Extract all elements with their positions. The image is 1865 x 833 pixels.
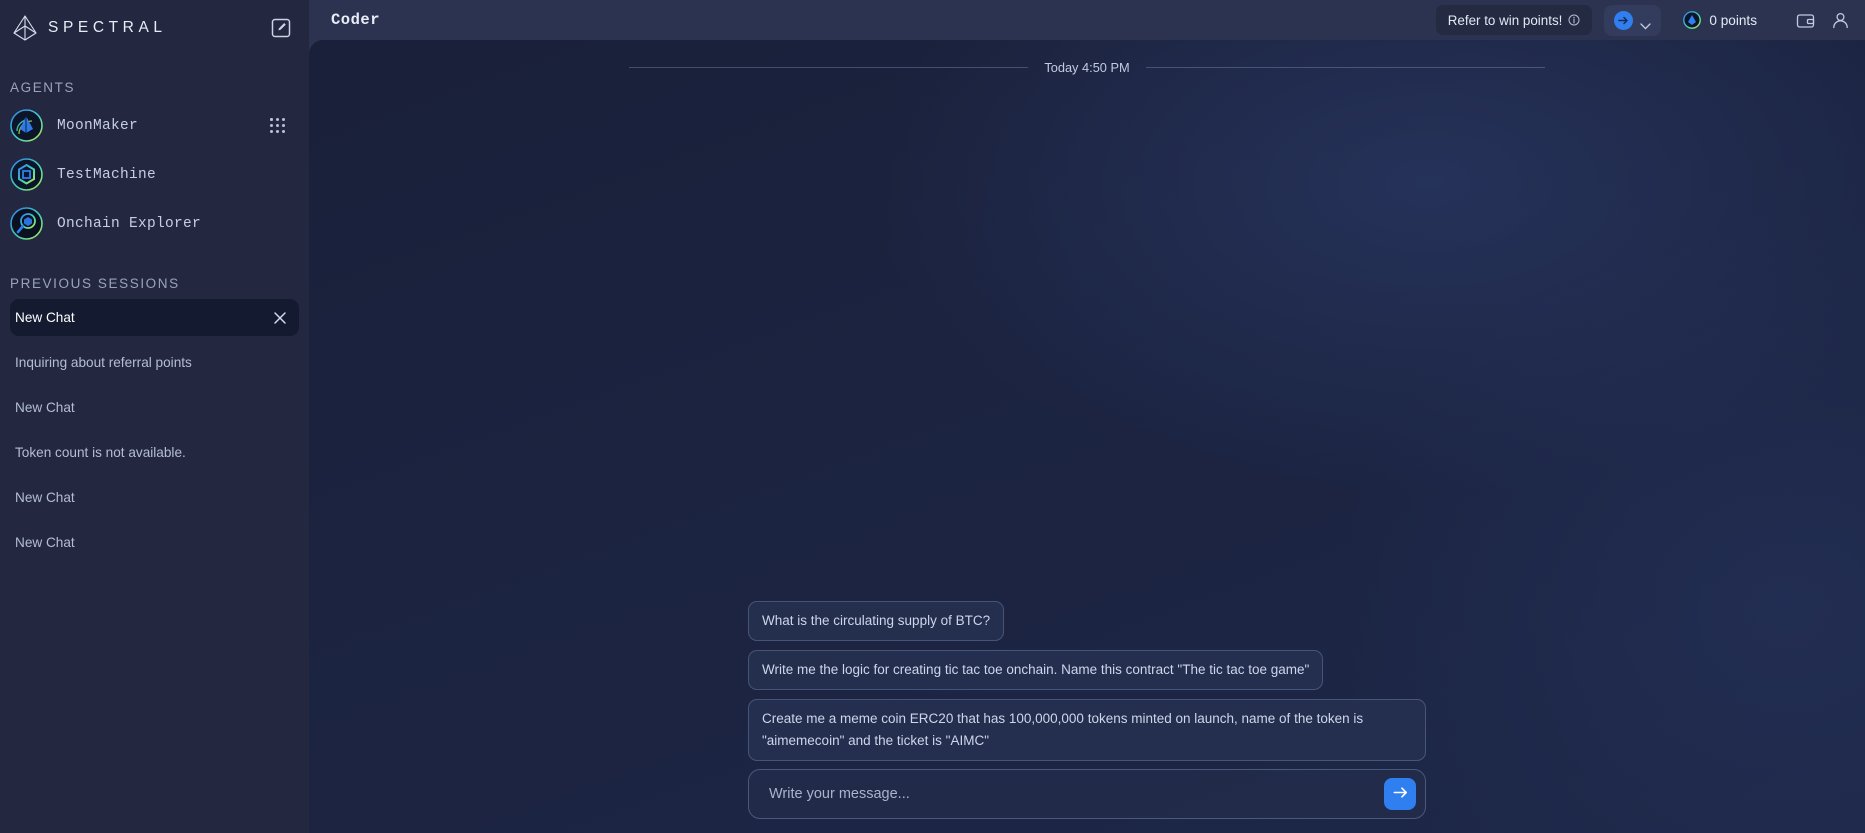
session-item-active[interactable]: New Chat	[10, 299, 299, 336]
sidebar-agent-onchain-explorer[interactable]: Onchain Explorer	[10, 199, 299, 248]
app-root: SPECTRAL AGENTS MoonMaker TestMachine On…	[0, 0, 1865, 833]
divider-line-left	[629, 67, 1029, 68]
session-item[interactable]: New Chat	[10, 389, 299, 426]
session-item[interactable]: Token count is not available.	[10, 434, 299, 471]
page-title: Coder	[331, 11, 381, 29]
chat-panel: Today 4:50 PM What is the circulating su…	[309, 40, 1865, 833]
message-row: Write me the logic for creating tic tac …	[748, 650, 1426, 690]
compose-edit-icon[interactable]	[271, 18, 291, 38]
points-display[interactable]: 0 points	[1683, 11, 1757, 29]
points-label: 0 points	[1709, 12, 1757, 28]
brand-name: SPECTRAL	[48, 19, 167, 36]
session-title: New Chat	[15, 310, 75, 325]
messages-list: What is the circulating supply of BTC? W…	[309, 75, 1865, 769]
sessions-section-label: PREVIOUS SESSIONS	[10, 276, 180, 291]
wallet-icon[interactable]	[1795, 10, 1816, 31]
agent-name: TestMachine	[57, 166, 157, 183]
user-profile-icon[interactable]	[1830, 10, 1851, 31]
chat-message-bubble: Write me the logic for creating tic tac …	[748, 650, 1324, 690]
agents-section-label: AGENTS	[10, 80, 76, 95]
info-circle-icon[interactable]	[1568, 14, 1580, 26]
session-title: Token count is not available.	[15, 445, 186, 460]
chat-message-bubble: What is the circulating supply of BTC?	[748, 601, 1005, 641]
session-title: New Chat	[15, 400, 75, 415]
agent-name: Onchain Explorer	[57, 215, 202, 232]
main-area: Coder Refer to win points! 0 points Toda…	[309, 0, 1865, 833]
divider-line-right	[1145, 67, 1545, 68]
agents-list: MoonMaker TestMachine Onchain Explorer	[0, 101, 309, 248]
previous-sessions-list: New Chat Inquiring about referral points…	[0, 299, 309, 561]
session-item[interactable]: New Chat	[10, 524, 299, 561]
brand-row: SPECTRAL	[0, 4, 309, 52]
session-item[interactable]: Inquiring about referral points	[10, 344, 299, 381]
sidebar-agent-testmachine[interactable]: TestMachine	[10, 150, 299, 199]
sidebar: SPECTRAL AGENTS MoonMaker TestMachine On…	[0, 0, 309, 833]
moonmaker-avatar-icon	[10, 109, 43, 142]
spectral-points-icon	[1683, 11, 1702, 29]
refer-to-win-points-button[interactable]: Refer to win points!	[1435, 5, 1593, 35]
message-composer[interactable]	[748, 769, 1426, 819]
network-selector[interactable]	[1604, 4, 1662, 36]
ethereum-token-icon	[1614, 10, 1634, 30]
testmachine-avatar-icon	[10, 158, 43, 191]
composer-area	[309, 769, 1865, 833]
agent-name: MoonMaker	[57, 117, 139, 134]
onchain-explorer-avatar-icon	[10, 207, 43, 240]
sidebar-agent-moonmaker[interactable]: MoonMaker	[10, 101, 299, 150]
chevron-down-icon	[1640, 17, 1652, 30]
session-item[interactable]: New Chat	[10, 479, 299, 516]
header-actions: Refer to win points! 0 points	[1435, 4, 1851, 36]
date-divider: Today 4:50 PM	[309, 60, 1865, 75]
session-title: Inquiring about referral points	[15, 355, 192, 370]
message-row: What is the circulating supply of BTC?	[748, 601, 1426, 641]
top-header-bar: Coder Refer to win points! 0 points	[309, 0, 1865, 40]
send-message-button[interactable]	[1384, 778, 1416, 810]
message-input[interactable]	[769, 786, 1384, 802]
refer-label: Refer to win points!	[1447, 12, 1563, 28]
spectral-prism-logo-icon	[10, 13, 40, 43]
date-divider-label: Today 4:50 PM	[1044, 60, 1130, 75]
grid-dots-icon[interactable]	[270, 118, 285, 133]
session-title: New Chat	[15, 490, 75, 505]
message-row: Create me a meme coin ERC20 that has 100…	[748, 699, 1426, 761]
close-x-icon[interactable]	[273, 311, 287, 325]
arrow-right-icon	[1391, 783, 1410, 805]
session-title: New Chat	[15, 535, 75, 550]
chat-message-bubble: Create me a meme coin ERC20 that has 100…	[748, 699, 1426, 761]
